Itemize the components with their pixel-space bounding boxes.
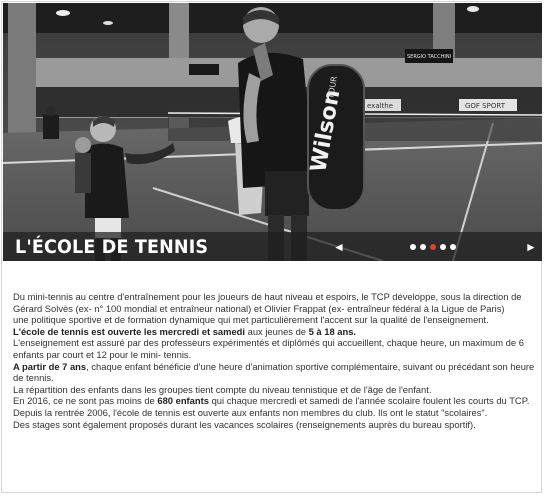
slide-photo: SERGIO TACCHINI exalthe GOF SPORT Wilson… — [3, 3, 542, 261]
slide-title: L'ÉCOLE DE TENNIS — [15, 236, 209, 258]
svg-text:exalthe: exalthe — [367, 102, 393, 110]
svg-text:GOF SPORT: GOF SPORT — [465, 102, 506, 110]
children-count-highlight: 680 enfants — [157, 395, 209, 407]
paragraph-non-members: Depuis la rentrée 2006, l'école de tenni… — [13, 406, 488, 418]
age-seven-highlight: A partir de 7 ans — [13, 360, 87, 372]
slide-dot-4[interactable] — [440, 244, 446, 250]
paragraph-schedule: L'école de tennis est ouverte les mercre… — [13, 325, 357, 337]
paragraph-2016: En 2016, ce ne sont pas moins de 680 enf… — [13, 395, 530, 407]
paragraph-animation: A partir de 7 ans, chaque enfant bénéfic… — [13, 360, 535, 384]
age-range-highlight: 5 à 18 ans. — [308, 325, 357, 337]
paragraph-stages: Des stages sont également proposés duran… — [13, 418, 476, 430]
paragraph-teachers: L'enseignement est assuré par des profes… — [13, 337, 524, 360]
slide-caption-bar: L'ÉCOLE DE TENNIS ◄ ► — [3, 232, 542, 261]
article-body: Du mini-tennis au centre d'entraînement … — [13, 291, 535, 430]
slide-dot-5[interactable] — [450, 244, 456, 250]
svg-text:SERGIO TACCHINI: SERGIO TACCHINI — [407, 54, 451, 60]
slide-dot-2[interactable] — [420, 244, 426, 250]
paragraph-groups: La répartition des enfants dans les grou… — [13, 383, 432, 395]
slide-dot-3-active[interactable] — [430, 244, 436, 250]
next-arrow-icon[interactable]: ► — [523, 238, 539, 256]
image-slider[interactable]: SERGIO TACCHINI exalthe GOF SPORT Wilson… — [3, 3, 542, 261]
slide-dot-1[interactable] — [410, 244, 416, 250]
prev-arrow-icon[interactable]: ◄ — [331, 238, 347, 256]
schedule-highlight: L'école de tennis est ouverte les mercre… — [13, 325, 246, 337]
paragraph-intro: Du mini-tennis au centre d'entraînement … — [13, 291, 522, 314]
content-frame: SERGIO TACCHINI exalthe GOF SPORT Wilson… — [1, 1, 542, 493]
paragraph-policy: une politique sportive et de formation d… — [13, 314, 489, 326]
slide-pagination — [410, 244, 456, 252]
